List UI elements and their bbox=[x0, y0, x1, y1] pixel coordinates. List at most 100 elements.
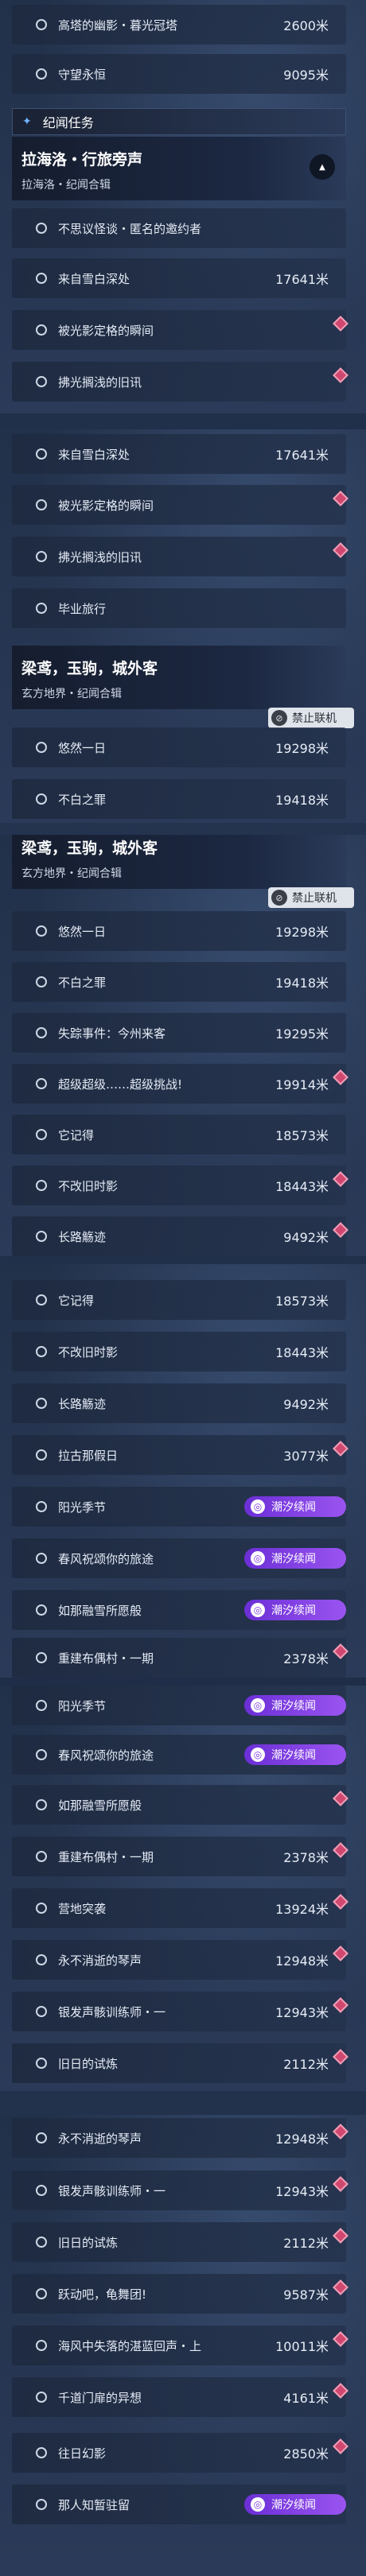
tidal-tag: ◎ 潮汐续闻 bbox=[244, 1744, 346, 1765]
quest-group-header[interactable]: 拉海洛・行旅旁声 拉海洛・纪闻合辑 ▲ bbox=[12, 137, 346, 200]
quest-row[interactable]: 拉古那假日 3077米 bbox=[12, 1435, 348, 1475]
tracked-marker-icon bbox=[333, 2438, 348, 2454]
quest-row[interactable]: 永不消逝的琴声 12948米 bbox=[12, 2118, 348, 2158]
quest-row[interactable]: 毕业旅行 bbox=[12, 588, 346, 628]
quest-row[interactable]: 不思议怪谈・匿名的邀约者 bbox=[12, 208, 346, 248]
quest-distance: 12943米 bbox=[275, 2184, 329, 2199]
quest-title: 它记得 bbox=[58, 1127, 95, 1143]
quest-status-ring-icon bbox=[36, 1553, 47, 1564]
quest-row[interactable]: 春风祝颂你的旅途 ◎ 潮汐续闻 bbox=[12, 1735, 346, 1775]
quest-status-ring-icon bbox=[36, 2132, 47, 2143]
tracked-marker-icon bbox=[333, 1222, 348, 1238]
quest-row[interactable]: 不白之罪 19418米 bbox=[12, 962, 346, 1002]
quest-row[interactable]: 不改旧时影 18443米 bbox=[12, 1332, 346, 1371]
quest-row[interactable]: 旧日的试炼 2112米 bbox=[12, 2043, 348, 2083]
quest-row[interactable]: 重建布偶村・一期 2378米 bbox=[12, 1638, 348, 1678]
quest-status-ring-icon bbox=[36, 68, 47, 80]
quest-distance: 12943米 bbox=[275, 2005, 329, 2020]
quest-row[interactable]: 海风中失落的湛蓝回声・上 10011米 bbox=[12, 2326, 348, 2365]
tracked-marker-icon bbox=[333, 2383, 348, 2399]
tracked-marker-icon bbox=[333, 367, 348, 383]
quest-row[interactable]: 它记得 18573米 bbox=[12, 1115, 346, 1154]
tracked-marker-icon bbox=[333, 1946, 348, 1961]
quest-row[interactable]: 悠然一日 19298米 bbox=[12, 727, 346, 767]
quest-title: 悠然一日 bbox=[58, 740, 107, 755]
quest-row[interactable]: 不改旧时影 18443米 bbox=[12, 1166, 348, 1205]
tracked-marker-icon bbox=[333, 2176, 348, 2192]
quest-status-ring-icon bbox=[36, 448, 47, 460]
tracked-marker-icon bbox=[333, 2331, 348, 2347]
quest-row[interactable]: 悠然一日 19298米 bbox=[12, 911, 346, 951]
quest-row[interactable]: 如那融雪所愿般 bbox=[12, 1785, 348, 1825]
tidal-tag-icon: ◎ bbox=[251, 1499, 265, 1514]
group-title: 拉海洛・行旅旁声 bbox=[21, 151, 143, 169]
quest-status-ring-icon bbox=[36, 2340, 47, 2351]
tracked-marker-icon bbox=[333, 491, 348, 506]
quest-row[interactable]: 旧日的试炼 2112米 bbox=[12, 2222, 348, 2262]
quest-row[interactable]: 拂光搁浅的旧讯 bbox=[12, 362, 348, 402]
no-coop-badge: ⊘ 禁止联机 bbox=[268, 887, 354, 908]
quest-row[interactable]: 失踪事件：今州来客 19295米 bbox=[12, 1013, 346, 1053]
quest-row[interactable]: 被光影定格的瞬间 bbox=[12, 310, 348, 350]
quest-row[interactable]: 重建布偶村・一期 2378米 bbox=[12, 1837, 348, 1876]
quest-row[interactable]: 跃动吧，龟舞团! 9587米 bbox=[12, 2274, 348, 2314]
quest-group-header[interactable]: 梁鸢，玉驹，城外客 玄方地界・纪闻合辑 bbox=[12, 835, 346, 889]
no-coop-label: 禁止联机 bbox=[292, 892, 337, 905]
quest-row[interactable]: 营地突袭 13924米 bbox=[12, 1888, 348, 1928]
quest-status-ring-icon bbox=[36, 2006, 47, 2017]
quest-status-ring-icon bbox=[36, 223, 47, 234]
quest-row[interactable]: 来自雪白深处 17641米 bbox=[12, 258, 346, 298]
quest-status-ring-icon bbox=[36, 1027, 47, 1038]
quest-distance: 19298米 bbox=[275, 925, 329, 940]
quest-row[interactable]: 长路觞迹 9492米 bbox=[12, 1216, 348, 1256]
quest-status-ring-icon bbox=[36, 376, 47, 387]
quest-status-ring-icon bbox=[36, 1346, 47, 1357]
quest-distance: 18443米 bbox=[275, 1345, 329, 1360]
quest-row[interactable]: 春风祝颂你的旅途 ◎ 潮汐续闻 bbox=[12, 1538, 346, 1578]
quest-row[interactable]: 守望永恒 9095米 bbox=[12, 54, 346, 94]
quest-distance: 19295米 bbox=[275, 1026, 329, 1042]
quest-row[interactable]: 银发声骸训练师・一 12943米 bbox=[12, 1992, 348, 2031]
quest-row[interactable]: 那人知暂驻留 ◎ 潮汐续闻 bbox=[12, 2485, 346, 2524]
quest-row[interactable]: 超级超级……超级挑战! 19914米 bbox=[12, 1064, 348, 1104]
screenshot-panel: 梁鸢，玉驹，城外客 玄方地界・纪闻合辑 ⊘ 禁止联机悠然一日 19298米不白之罪 194… bbox=[0, 835, 366, 1256]
tracked-marker-icon bbox=[333, 1643, 348, 1659]
tidal-tag-icon: ◎ bbox=[251, 1551, 265, 1565]
quest-title: 悠然一日 bbox=[58, 924, 107, 939]
quest-row[interactable]: 往日幻影 2850米 bbox=[12, 2433, 348, 2473]
quest-row[interactable]: 来自雪白深处 17641米 bbox=[12, 434, 346, 474]
quest-row[interactable]: 永不消逝的琴声 12948米 bbox=[12, 1940, 348, 1980]
quest-row[interactable]: 阳光季节 ◎ 潮汐续闻 bbox=[12, 1686, 346, 1725]
no-coop-label: 禁止联机 bbox=[292, 712, 337, 725]
tidal-tag-label: 潮汐续闻 bbox=[271, 1501, 316, 1514]
quest-row[interactable]: 不白之罪 19418米 bbox=[12, 779, 346, 819]
tracked-marker-icon bbox=[333, 1997, 348, 2013]
quest-title: 不白之罪 bbox=[58, 792, 107, 807]
quest-distance: 9095米 bbox=[283, 68, 329, 83]
quest-status-ring-icon bbox=[36, 1449, 47, 1461]
tidal-tag: ◎ 潮汐续闻 bbox=[244, 1695, 346, 1716]
quest-row[interactable]: 它记得 18573米 bbox=[12, 1280, 346, 1320]
tidal-tag: ◎ 潮汐续闻 bbox=[244, 2494, 346, 2515]
quest-title: 重建布偶村・一期 bbox=[58, 1849, 154, 1864]
quest-distance: 2600米 bbox=[283, 18, 329, 33]
group-subtitle: 玄方地界・纪闻合辑 bbox=[21, 867, 122, 880]
quest-group-header[interactable]: 梁鸢，玉驹，城外客 玄方地界・纪闻合辑 bbox=[12, 646, 346, 709]
tidal-tag-label: 潮汐续闻 bbox=[271, 1700, 316, 1713]
quest-title: 长路觞迹 bbox=[58, 1396, 107, 1411]
quest-row[interactable]: 银发声骸训练师・一 12943米 bbox=[12, 2171, 348, 2210]
quest-row[interactable]: 长路觞迹 9492米 bbox=[12, 1383, 346, 1423]
quest-status-ring-icon bbox=[36, 2392, 47, 2403]
quest-distance: 12948米 bbox=[275, 2132, 329, 2147]
quest-row[interactable]: 拂光搁浅的旧讯 bbox=[12, 537, 348, 576]
quest-row[interactable]: 千道门扉的异想 4161米 bbox=[12, 2377, 348, 2417]
quest-row[interactable]: 被光影定格的瞬间 bbox=[12, 485, 348, 525]
no-coop-icon: ⊘ bbox=[271, 890, 287, 906]
quest-status-ring-icon bbox=[36, 603, 47, 614]
quest-title: 春风祝颂你的旅途 bbox=[58, 1551, 154, 1566]
quest-row[interactable]: 高塔的幽影・暮光冠塔 2600米 bbox=[12, 5, 346, 45]
collapse-chevron-icon[interactable]: ▲ bbox=[310, 154, 335, 180]
quest-row[interactable]: 阳光季节 ◎ 潮汐续闻 bbox=[12, 1487, 346, 1527]
quest-row[interactable]: 如那融雪所愿般 ◎ 潮汐续闻 bbox=[12, 1590, 346, 1630]
quest-distance: 17641米 bbox=[275, 448, 329, 463]
